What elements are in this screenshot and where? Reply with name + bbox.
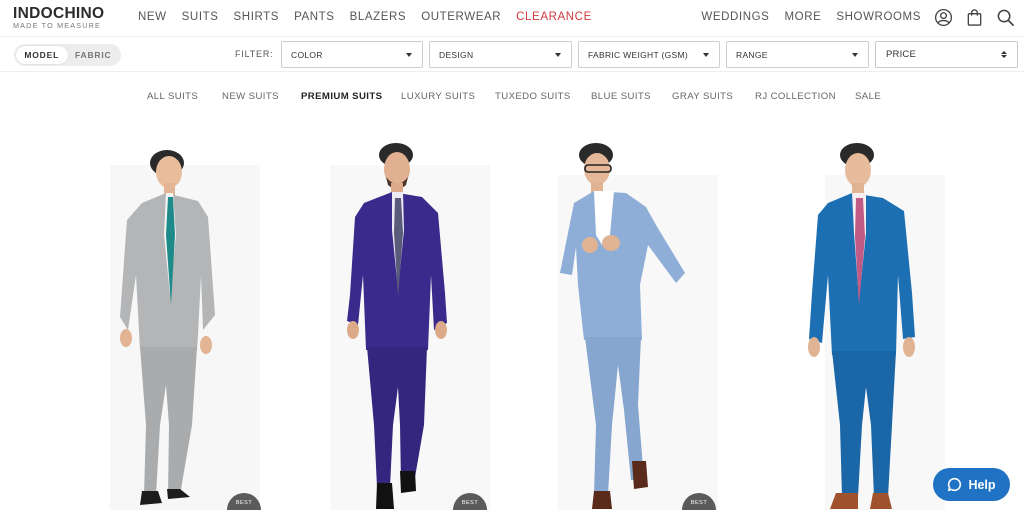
brand-name: INDOCHINO <box>13 5 105 22</box>
brand-tagline: MADE TO MEASURE <box>13 21 102 30</box>
category-rj-collection[interactable]: RJ COLLECTION <box>755 91 836 102</box>
nav-blazers[interactable]: BLAZERS <box>350 11 407 23</box>
brand-logo[interactable]: INDOCHINO MADE TO MEASURE <box>13 6 104 30</box>
dropdown-label: FABRIC WEIGHT (GSM) <box>588 49 688 60</box>
category-premium-suits[interactable]: PREMIUM SUITS <box>301 91 382 102</box>
product-card-gray-suit[interactable]: BEST <box>70 125 270 510</box>
price-sort-select[interactable]: PRICE <box>875 41 1018 68</box>
category-nav: ALL SUITS NEW SUITS PREMIUM SUITS LUXURY… <box>0 91 1024 103</box>
help-label: Help <box>968 477 996 492</box>
top-header: INDOCHINO MADE TO MEASURE NEW SUITS SHIR… <box>0 0 1024 36</box>
sort-label: PRICE <box>886 49 917 60</box>
range-filter-dropdown[interactable]: RANGE <box>726 41 869 68</box>
category-luxury-suits[interactable]: LUXURY SUITS <box>401 91 475 102</box>
chevron-down-icon <box>852 52 858 57</box>
nav-outerwear[interactable]: OUTERWEAR <box>421 11 501 23</box>
nav-suits[interactable]: SUITS <box>182 11 219 23</box>
chevron-down-icon <box>555 52 561 57</box>
category-all-suits[interactable]: ALL SUITS <box>147 91 198 102</box>
category-gray-suits[interactable]: GRAY SUITS <box>672 91 733 102</box>
product-image <box>110 150 260 510</box>
account-icon[interactable] <box>934 8 953 27</box>
category-new-suits[interactable]: NEW SUITS <box>222 91 279 102</box>
chevron-down-icon <box>406 52 412 57</box>
fabric-weight-filter-dropdown[interactable]: FABRIC WEIGHT (GSM) <box>578 41 720 68</box>
nav-shirts[interactable]: SHIRTS <box>234 11 280 23</box>
sort-arrows-icon <box>1001 51 1007 58</box>
toggle-model[interactable]: MODEL <box>16 46 68 64</box>
header-icons <box>934 8 1015 27</box>
view-toggle[interactable]: MODEL FABRIC <box>14 44 121 66</box>
toggle-fabric[interactable]: FABRIC <box>68 46 120 64</box>
chat-bubble-icon <box>948 477 962 492</box>
nav-new[interactable]: NEW <box>138 11 167 23</box>
chevron-down-icon <box>703 52 709 57</box>
design-filter-dropdown[interactable]: DESIGN <box>429 41 572 68</box>
search-icon[interactable] <box>996 8 1015 27</box>
category-sale[interactable]: SALE <box>855 91 881 102</box>
nav-weddings[interactable]: WEDDINGS <box>701 11 769 23</box>
main-nav: NEW SUITS SHIRTS PANTS BLAZERS OUTERWEAR… <box>138 11 607 23</box>
product-card-blue-suit[interactable] <box>770 125 970 510</box>
category-tuxedo-suits[interactable]: TUXEDO SUITS <box>495 91 571 102</box>
filter-label: FILTER: <box>235 49 274 59</box>
category-blue-suits[interactable]: BLUE SUITS <box>591 91 651 102</box>
nav-showrooms[interactable]: SHOWROOMS <box>836 11 921 23</box>
product-card-light-blue-suit[interactable]: BEST <box>528 125 728 510</box>
dropdown-label: DESIGN <box>439 49 474 60</box>
color-filter-dropdown[interactable]: COLOR <box>281 41 423 68</box>
secondary-nav: WEDDINGS MORE SHOWROOMS <box>686 11 921 23</box>
dropdown-label: COLOR <box>291 49 323 60</box>
nav-pants[interactable]: PANTS <box>294 11 335 23</box>
shopping-bag-icon[interactable] <box>965 8 984 27</box>
product-image <box>808 143 945 510</box>
dropdown-label: RANGE <box>736 49 768 60</box>
product-card-purple-suit[interactable]: BEST <box>300 125 500 510</box>
product-image <box>558 143 718 510</box>
help-chat-button[interactable]: Help <box>933 468 1010 501</box>
product-image <box>330 143 490 510</box>
filter-bar: MODEL FABRIC FILTER: COLOR DESIGN FABRIC… <box>0 36 1024 72</box>
nav-clearance[interactable]: CLEARANCE <box>516 11 592 23</box>
nav-more[interactable]: MORE <box>784 11 821 23</box>
